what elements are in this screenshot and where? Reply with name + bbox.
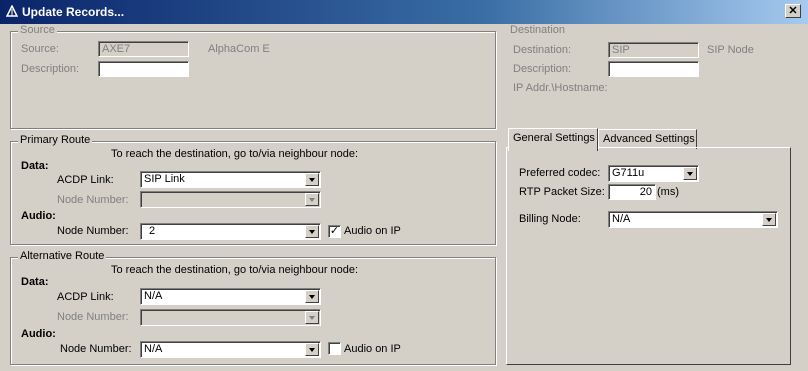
- primary-instruction: To reach the destination, go to/via neig…: [111, 148, 359, 160]
- source-description-field[interactable]: [98, 61, 189, 77]
- primary-audio-on-ip-label: Audio on IP: [344, 225, 401, 237]
- alternative-audio-node-value: N/A: [144, 343, 163, 355]
- source-label: Source:: [21, 43, 59, 55]
- tab-general-settings[interactable]: General Settings: [508, 128, 598, 151]
- destination-type: SIP Node: [707, 44, 754, 56]
- chevron-down-icon[interactable]: [305, 173, 319, 186]
- primary-acdp-label: ACDP Link:: [57, 174, 114, 186]
- codec-value: G711u: [612, 167, 645, 179]
- source-field: AXE7: [98, 41, 189, 57]
- destination-field: SIP: [608, 42, 699, 58]
- alternative-acdp-value: N/A: [144, 290, 163, 302]
- primary-audio-node-value: 2: [149, 225, 156, 237]
- destination-legend: Destination: [510, 24, 566, 36]
- alternative-audio-on-ip-label: Audio on IP: [344, 343, 401, 355]
- alternative-instruction: To reach the destination, go to/via neig…: [111, 264, 359, 276]
- destination-description-label: Description:: [513, 63, 572, 75]
- source-legend: Source: [18, 24, 57, 36]
- title-bar: Update Records... ✕: [0, 0, 808, 24]
- chevron-down-icon[interactable]: [305, 343, 319, 356]
- chevron-down-icon: [305, 193, 319, 206]
- alternative-acdp-combo[interactable]: N/A: [140, 288, 321, 305]
- alternative-audio-node-combo[interactable]: N/A: [140, 341, 321, 358]
- rtp-packet-size-field[interactable]: 20: [608, 184, 656, 200]
- alternative-acdp-label: ACDP Link:: [57, 291, 114, 303]
- primary-audio-label: Audio:: [21, 210, 56, 222]
- app-icon: [6, 5, 18, 17]
- alternative-audio-label: Audio:: [21, 328, 56, 340]
- chevron-down-icon[interactable]: [762, 213, 776, 226]
- primary-audio-node-combo[interactable]: 2: [140, 223, 321, 240]
- destination-label: Destination:: [513, 44, 572, 56]
- tab-advanced-settings[interactable]: Advanced Settings: [598, 129, 697, 149]
- source-type: AlphaCom E: [208, 43, 270, 55]
- alternative-audio-on-ip-checkbox[interactable]: [328, 342, 341, 355]
- ip-hostname-label: IP Addr.\Hostname:: [513, 82, 608, 94]
- billing-node-combo[interactable]: N/A: [608, 211, 778, 228]
- window-title: Update Records...: [22, 5, 125, 19]
- chevron-down-icon: [305, 311, 319, 324]
- primary-node-number-label: Node Number:: [57, 194, 129, 206]
- rtp-unit-label: (ms): [657, 186, 679, 198]
- alternative-audio-node-label: Node Number:: [60, 343, 132, 355]
- rtp-packet-size-label: RTP Packet Size:: [519, 186, 605, 198]
- chevron-down-icon[interactable]: [683, 167, 697, 180]
- codec-combo[interactable]: G711u: [608, 165, 699, 182]
- chevron-down-icon[interactable]: [305, 225, 319, 238]
- source-description-label: Description:: [21, 63, 80, 75]
- alternative-data-label: Data:: [21, 276, 49, 288]
- alternative-route-legend: Alternative Route: [18, 250, 107, 262]
- primary-data-label: Data:: [21, 160, 49, 172]
- primary-route-legend: Primary Route: [18, 134, 93, 146]
- primary-audio-node-label: Node Number:: [57, 225, 129, 237]
- chevron-down-icon[interactable]: [305, 290, 319, 303]
- primary-node-number-combo: [140, 191, 321, 208]
- close-button[interactable]: ✕: [785, 4, 801, 18]
- alternative-node-number-combo: [140, 309, 321, 326]
- billing-node-value: N/A: [612, 213, 631, 225]
- destination-description-field[interactable]: [608, 61, 699, 77]
- alternative-node-number-label: Node Number:: [57, 311, 129, 323]
- codec-label: Preferred codec:: [519, 167, 601, 179]
- primary-acdp-value: SIP Link: [144, 173, 185, 185]
- primary-acdp-combo[interactable]: SIP Link: [140, 171, 321, 188]
- billing-node-label: Billing Node:: [519, 213, 581, 225]
- primary-audio-on-ip-checkbox[interactable]: ✓: [328, 225, 341, 238]
